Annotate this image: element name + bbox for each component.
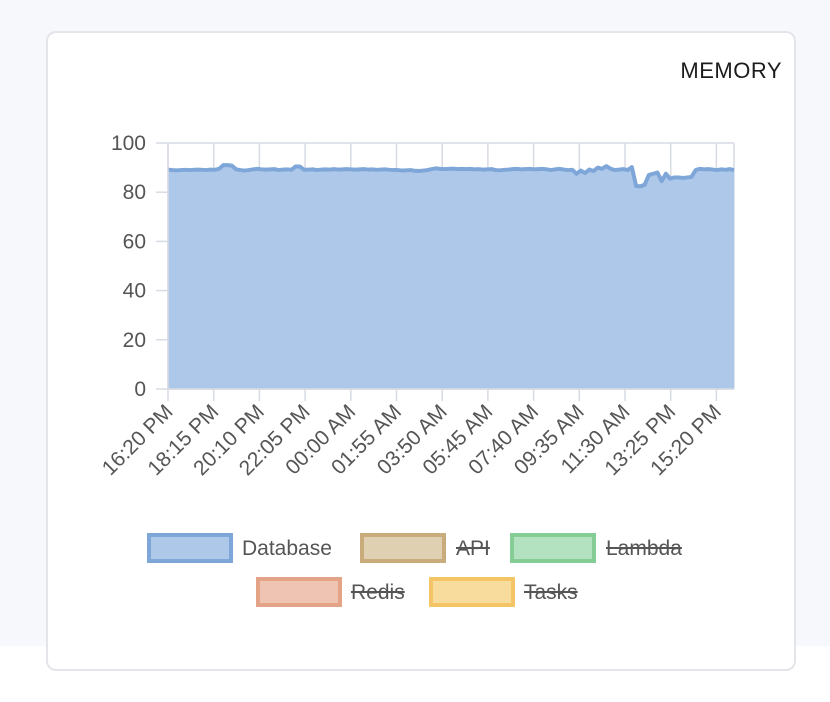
legend-item-api[interactable]: API: [360, 533, 490, 563]
legend-swatch-lambda: [510, 533, 596, 563]
y-tick-label: 60: [123, 230, 146, 253]
legend-swatch-database: [147, 533, 233, 563]
y-tick-label: 40: [123, 280, 146, 303]
y-tick-label: 80: [123, 181, 146, 204]
legend-item-lambda[interactable]: Lambda: [510, 533, 682, 563]
y-tick-label: 100: [111, 132, 146, 155]
y-tick-label: 20: [123, 329, 146, 352]
legend-item-redis[interactable]: Redis: [256, 577, 405, 607]
legend-item-tasks[interactable]: Tasks: [429, 577, 578, 607]
chart-legend: Database API Lambda Redis Tasks: [147, 533, 682, 607]
series-area-database: [168, 165, 734, 389]
chart-area: [167, 163, 735, 389]
legend-item-database[interactable]: Database: [147, 533, 332, 563]
legend-swatch-api: [360, 533, 446, 563]
legend-swatch-redis: [256, 577, 342, 607]
legend-label-database: Database: [242, 537, 332, 560]
legend-swatch-tasks: [429, 577, 515, 607]
memory-chart: 02040608010016:20 PM18:15 PM20:10 PM22:0…: [98, 132, 735, 607]
y-tick-label: 0: [134, 378, 146, 401]
